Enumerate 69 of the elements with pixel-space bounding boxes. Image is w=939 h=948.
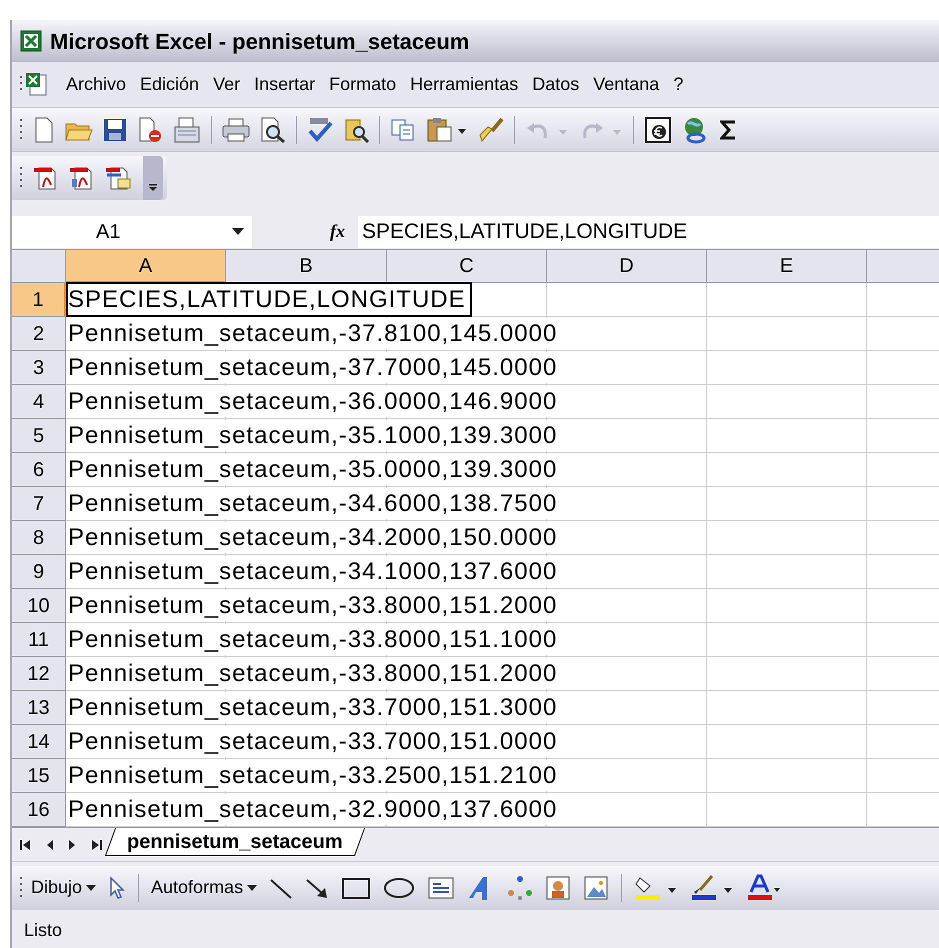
last-sheet-icon[interactable]: [90, 838, 102, 850]
new-document-icon[interactable]: [33, 116, 55, 142]
window-title: Microsoft Excel - pennisetum_setaceum: [50, 28, 470, 56]
text-box-icon[interactable]: [427, 876, 456, 900]
caret-icon: [247, 884, 258, 890]
menu-item[interactable]: Ver: [213, 71, 240, 98]
permission-document-icon[interactable]: [137, 116, 163, 142]
image-icon[interactable]: [583, 874, 610, 900]
function-label[interactable]: fx: [330, 218, 358, 245]
row-header[interactable]: 11: [12, 623, 66, 657]
sheet-tab[interactable]: pennisetum_setaceum: [104, 828, 365, 856]
toolbar-options-icon[interactable]: [143, 156, 163, 200]
copy-icon[interactable]: [390, 118, 416, 142]
row-header[interactable]: 6: [12, 453, 66, 487]
email-document-icon[interactable]: [173, 116, 201, 142]
row-header[interactable]: 13: [12, 691, 66, 725]
line-color-icon[interactable]: [690, 874, 734, 902]
row-header[interactable]: 15: [12, 759, 66, 793]
column-header[interactable]: E: [707, 250, 867, 283]
print-preview-icon[interactable]: [260, 116, 286, 142]
menu-item[interactable]: Insertar: [254, 71, 316, 98]
font-color-icon[interactable]: [746, 874, 780, 902]
status-text: Listo: [24, 919, 62, 942]
row-header[interactable]: 7: [12, 487, 66, 521]
row-header[interactable]: 9: [12, 555, 66, 589]
menu-item[interactable]: ?: [673, 71, 684, 98]
research-icon[interactable]: [343, 116, 369, 142]
format-brush-icon[interactable]: [478, 116, 504, 142]
currency-icon[interactable]: [644, 116, 672, 144]
caret-icon: [86, 884, 96, 890]
row-header[interactable]: 5: [12, 419, 66, 453]
formula-field[interactable]: SPECIES,LATITUDE,LONGITUDE: [358, 216, 939, 248]
sum-icon[interactable]: [720, 118, 738, 140]
column-header[interactable]: B: [226, 250, 387, 283]
pdf-email-icon[interactable]: [105, 165, 133, 191]
row-header[interactable]: 16: [12, 793, 66, 827]
oval-icon[interactable]: [383, 876, 416, 900]
paste-icon[interactable]: [426, 116, 468, 142]
spreadsheet-icon: [20, 30, 42, 52]
previous-sheet-icon[interactable]: [46, 838, 54, 850]
row-header[interactable]: 2: [12, 317, 66, 351]
row-header[interactable]: 14: [12, 725, 66, 759]
next-sheet-icon[interactable]: [68, 838, 76, 850]
name-box[interactable]: A1: [12, 216, 252, 248]
clip-art-icon[interactable]: [545, 874, 572, 900]
row-header[interactable]: 4: [12, 385, 66, 419]
column-header[interactable]: A: [66, 250, 226, 283]
row-header[interactable]: 8: [12, 521, 66, 555]
row-header[interactable]: 10: [12, 589, 66, 623]
diagram-icon[interactable]: [507, 874, 534, 900]
menu-item[interactable]: Ventana: [593, 71, 660, 98]
printer-icon[interactable]: [222, 118, 250, 142]
menu-item[interactable]: Edición: [140, 71, 200, 98]
row-header[interactable]: 12: [12, 657, 66, 691]
column-header[interactable]: D: [547, 250, 707, 283]
spelling-check-icon[interactable]: [307, 116, 333, 142]
autoshapes-menu[interactable]: Autoformas: [151, 874, 258, 901]
save-icon[interactable]: [103, 118, 127, 142]
menu-item[interactable]: Datos: [532, 71, 580, 98]
rectangle-icon[interactable]: [341, 876, 372, 900]
menu-item[interactable]: Archivo: [66, 71, 126, 98]
row-header[interactable]: 1: [12, 283, 66, 317]
menu-item[interactable]: Formato: [329, 71, 396, 98]
draw-menu[interactable]: Dibujo: [31, 874, 96, 901]
first-sheet-icon[interactable]: [20, 838, 32, 850]
column-header[interactable]: C: [387, 250, 547, 283]
pointer-icon[interactable]: [108, 876, 126, 900]
menu-item[interactable]: Herramientas: [410, 71, 518, 98]
row-header[interactable]: 3: [12, 351, 66, 385]
